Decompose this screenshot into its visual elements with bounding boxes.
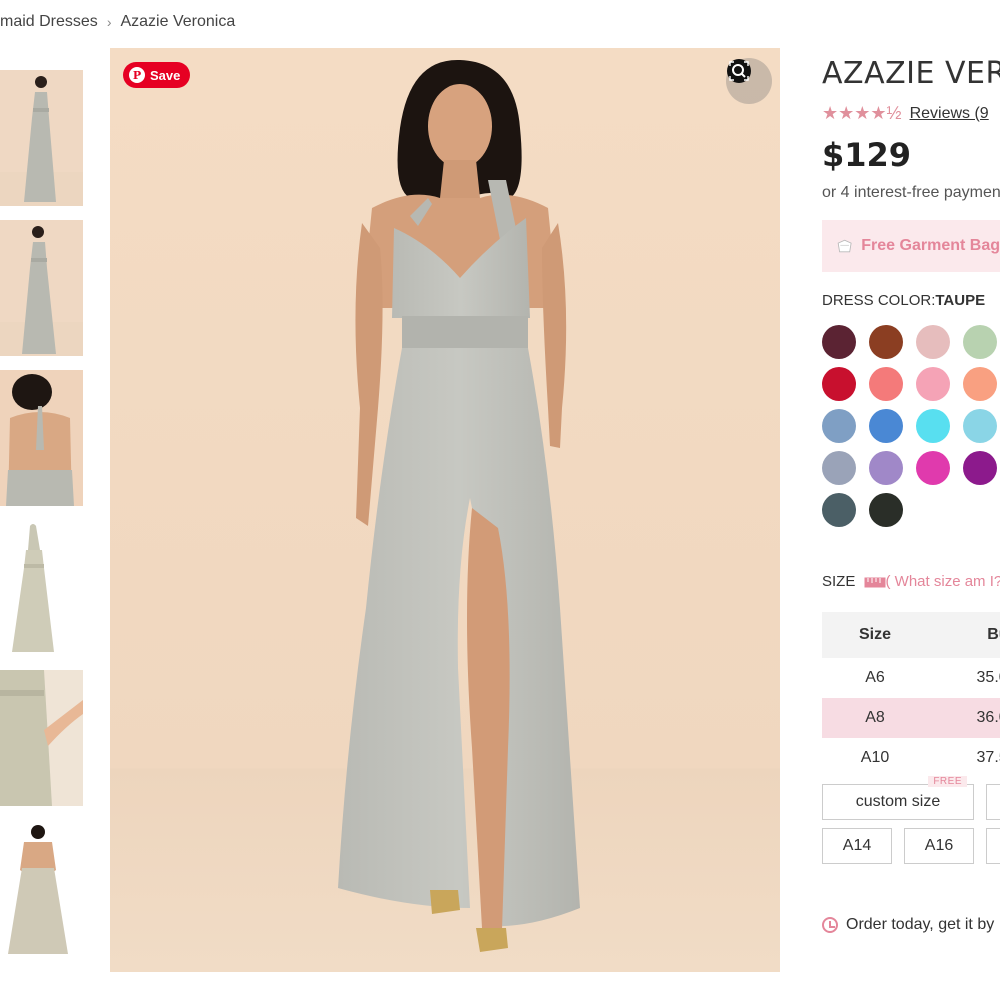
bust-cell: 37.50 in [976,749,1000,766]
thumbnail-front-view[interactable] [0,70,83,206]
color-swatch-1[interactable] [822,325,856,359]
product-price: $129 [822,136,912,174]
pinterest-icon: P [129,67,145,83]
size-cell: A10 [860,749,890,766]
rating-row: ★★★★½ Reviews (9 [822,103,1000,124]
size-button-group: custom size FREE A14 A16 [822,776,1000,864]
table-row-selected[interactable]: A8 36.00 in [822,698,1000,738]
product-info-panel: AZAZIE VERONICA ★★★★½ Reviews (9 $129 or… [822,48,1000,934]
size-cell: A8 [822,698,928,738]
ruler-icon [864,577,886,588]
thumbnail-back-view[interactable] [0,370,83,506]
dress-color-value: TAUPE [935,292,986,309]
size-button-partial[interactable] [986,828,1000,864]
bust-cell: 35.00 in [976,669,1000,686]
bust-column-header: Bust [928,612,1000,658]
garment-bag-icon [837,239,852,253]
size-label: SIZE ( What size am I? [822,573,1000,590]
thumbnail-list [0,70,83,970]
color-swatch-17[interactable] [822,493,856,527]
color-swatch-4[interactable] [963,325,997,359]
color-swatch-7[interactable] [916,367,950,401]
color-swatch-16[interactable] [963,451,997,485]
zoom-button[interactable] [726,58,772,104]
color-swatch-8[interactable] [963,367,997,401]
breadcrumb-separator-icon: › [106,14,112,30]
reviews-link[interactable]: Reviews (9 [910,105,989,123]
color-swatch-6[interactable] [869,367,903,401]
color-swatches [822,325,1000,527]
clock-icon [822,917,838,933]
star-rating-icon: ★★★★½ [822,103,902,123]
delivery-estimate: Order today, get it by [822,916,1000,934]
dress-color-label: DRESS COLOR:TAUPE [822,292,1000,309]
thumbnail-plus-size-back-view[interactable] [0,820,83,956]
product-title: AZAZIE VERONICA [822,56,1000,91]
size-column-header: Size [822,612,928,658]
color-swatch-3[interactable] [916,325,950,359]
dress-color-prefix: DRESS COLOR: [822,292,936,309]
main-product-image[interactable]: P Save [110,48,780,972]
promo-banner: Free Garment Bag [822,220,1000,272]
size-help-text: ( What size am I? [885,573,1000,590]
size-guide-link[interactable]: ( What size am I? [864,573,1000,590]
size-title: SIZE [822,573,856,590]
size-button-partial[interactable] [986,784,1000,820]
save-label: Save [150,67,181,83]
order-text: Order today, get it by [846,916,995,933]
breadcrumb-item-current: Azazie Veronica [120,13,236,30]
color-swatch-5[interactable] [822,367,856,401]
size-cell: A6 [865,669,885,686]
installments-text: or 4 interest-free payments [822,184,1000,201]
table-row[interactable]: A10 37.50 in [822,738,1000,778]
thumbnail-pocket-detail[interactable] [0,670,83,806]
breadcrumb: maid Dresses › Azazie Veronica [0,10,235,34]
breadcrumb-item-bridesmaid-dresses[interactable]: maid Dresses [0,13,98,31]
color-swatch-2[interactable] [869,325,903,359]
size-button-a14[interactable]: A14 [822,828,892,864]
thumbnail-flat-lay[interactable] [0,520,83,656]
size-table-header: Size Bust [822,612,1000,658]
custom-size-label: custom size [855,793,941,810]
size-button-a16[interactable]: A16 [904,828,974,864]
color-swatch-13[interactable] [822,451,856,485]
color-swatch-15[interactable] [916,451,950,485]
thumbnail-side-view[interactable] [0,220,83,356]
color-swatch-14[interactable] [869,451,903,485]
color-swatch-10[interactable] [869,409,903,443]
custom-size-button[interactable]: custom size FREE [822,776,974,820]
color-swatch-18[interactable] [869,493,903,527]
zoom-icon [727,59,751,83]
color-swatch-12[interactable] [963,409,997,443]
pinterest-save-button[interactable]: P Save [123,62,191,88]
free-badge: FREE [928,776,967,787]
color-swatch-9[interactable] [822,409,856,443]
table-row[interactable]: A6 35.00 in [822,658,1000,698]
color-swatch-11[interactable] [916,409,950,443]
bust-cell: 36.00 in [928,698,1000,738]
size-chart-table: Size Bust A6 35.00 in A8 36.00 in A10 37… [822,612,1000,778]
promo-text: Free Garment Bag [861,237,1000,254]
